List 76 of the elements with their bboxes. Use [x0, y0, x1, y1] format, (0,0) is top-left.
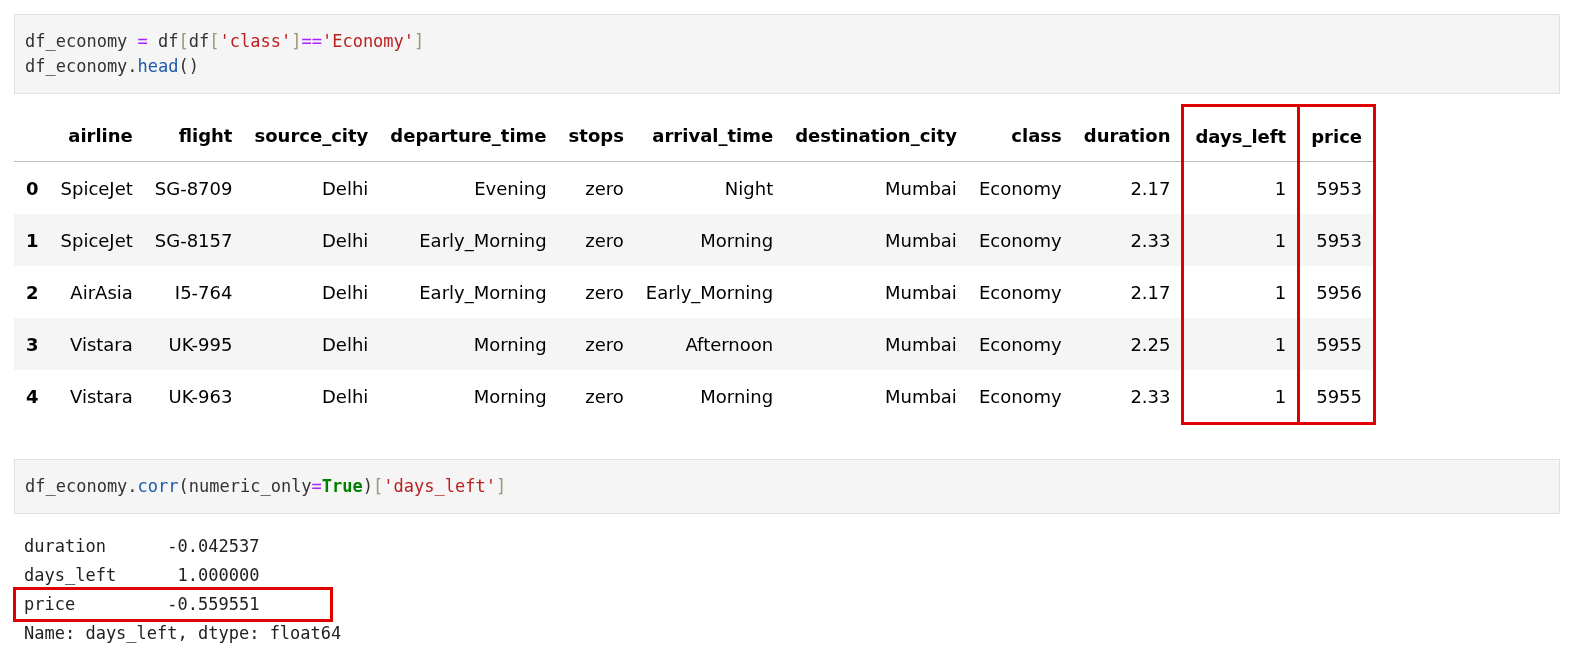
output-line: duration -0.042537: [24, 535, 261, 558]
table-cell: zero: [557, 266, 635, 318]
row-index: 3: [14, 318, 50, 370]
table-cell: Economy: [967, 266, 1073, 318]
column-header: days_left: [1182, 105, 1299, 162]
code-line: df_economy.head(): [25, 55, 201, 78]
table-cell: Economy: [967, 370, 1073, 424]
table-cell: Mumbai: [784, 161, 968, 214]
table-cell: AirAsia: [49, 266, 144, 318]
table-cell: 2.17: [1072, 161, 1183, 214]
output-line: price -0.559551: [16, 590, 330, 619]
table-cell: Economy: [967, 214, 1073, 266]
column-header: price: [1298, 105, 1375, 162]
table-cell: 1: [1182, 318, 1299, 370]
column-header: arrival_time: [634, 105, 785, 162]
column-header: class: [967, 105, 1073, 162]
table-cell: zero: [557, 318, 635, 370]
table-cell: Economy: [967, 161, 1073, 214]
table-cell: Night: [634, 161, 785, 214]
table-cell: Delhi: [243, 370, 380, 424]
table-cell: 2.33: [1072, 370, 1183, 424]
row-index: 2: [14, 266, 50, 318]
column-header: departure_time: [379, 105, 558, 162]
code-line: df_economy.corr(numeric_only=True)['days_left']: [25, 475, 508, 498]
row-index: 1: [14, 214, 50, 266]
table-cell: Vistara: [49, 370, 144, 424]
column-header: stops: [557, 105, 635, 162]
table-cell: Delhi: [243, 214, 380, 266]
output-line: days_left 1.000000: [24, 564, 261, 587]
table-cell: SG-8709: [143, 161, 244, 214]
table-cell: 2.25: [1072, 318, 1183, 370]
table-cell: UK-995: [143, 318, 244, 370]
table-cell: Vistara: [49, 318, 144, 370]
table-cell: UK-963: [143, 370, 244, 424]
column-header: flight: [143, 105, 244, 162]
table-cell: Mumbai: [784, 266, 968, 318]
table-cell: Mumbai: [784, 318, 968, 370]
table-cell: 5955: [1298, 370, 1375, 424]
table-cell: 1: [1182, 370, 1299, 424]
table-cell: Economy: [967, 318, 1073, 370]
column-header: airline: [49, 105, 144, 162]
code-cell[interactable]: df_economy.corr(numeric_only=True)['days_left']: [14, 459, 1560, 514]
column-header: source_city: [243, 105, 380, 162]
table-cell: zero: [557, 214, 635, 266]
table-cell: Morning: [634, 214, 785, 266]
table-cell: Afternoon: [634, 318, 785, 370]
row-index: 0: [14, 161, 50, 214]
table-cell: Early_Morning: [379, 214, 558, 266]
table-cell: SpiceJet: [49, 214, 144, 266]
table-cell: SpiceJet: [49, 161, 144, 214]
table-cell: 2.17: [1072, 266, 1183, 318]
table-cell: zero: [557, 370, 635, 424]
table-cell: Morning: [379, 318, 558, 370]
table-cell: 5955: [1298, 318, 1375, 370]
column-header: destination_city: [784, 105, 968, 162]
table-cell: Early_Morning: [634, 266, 785, 318]
code-line: df_economy = df[df['class']=='Economy']: [25, 30, 426, 53]
table-cell: Early_Morning: [379, 266, 558, 318]
table-cell: Delhi: [243, 266, 380, 318]
table-cell: I5-764: [143, 266, 244, 318]
table-cell: Morning: [379, 370, 558, 424]
table-cell: Delhi: [243, 318, 380, 370]
table-cell: 2.33: [1072, 214, 1183, 266]
table-cell: Mumbai: [784, 370, 968, 424]
table-cell: 5953: [1298, 214, 1375, 266]
table-cell: Delhi: [243, 161, 380, 214]
table-cell: SG-8157: [143, 214, 244, 266]
table-cell: Mumbai: [784, 214, 968, 266]
column-header: duration: [1072, 105, 1183, 162]
output-line: Name: days_left, dtype: float64: [24, 622, 343, 645]
table-cell: 1: [1182, 214, 1299, 266]
table-cell: Morning: [634, 370, 785, 424]
table-cell: zero: [557, 161, 635, 214]
code-cell[interactable]: df_economy = df[df['class']=='Economy'] df_economy.head(): [14, 14, 1560, 94]
row-index: 4: [14, 370, 50, 424]
table-cell: Evening: [379, 161, 558, 214]
